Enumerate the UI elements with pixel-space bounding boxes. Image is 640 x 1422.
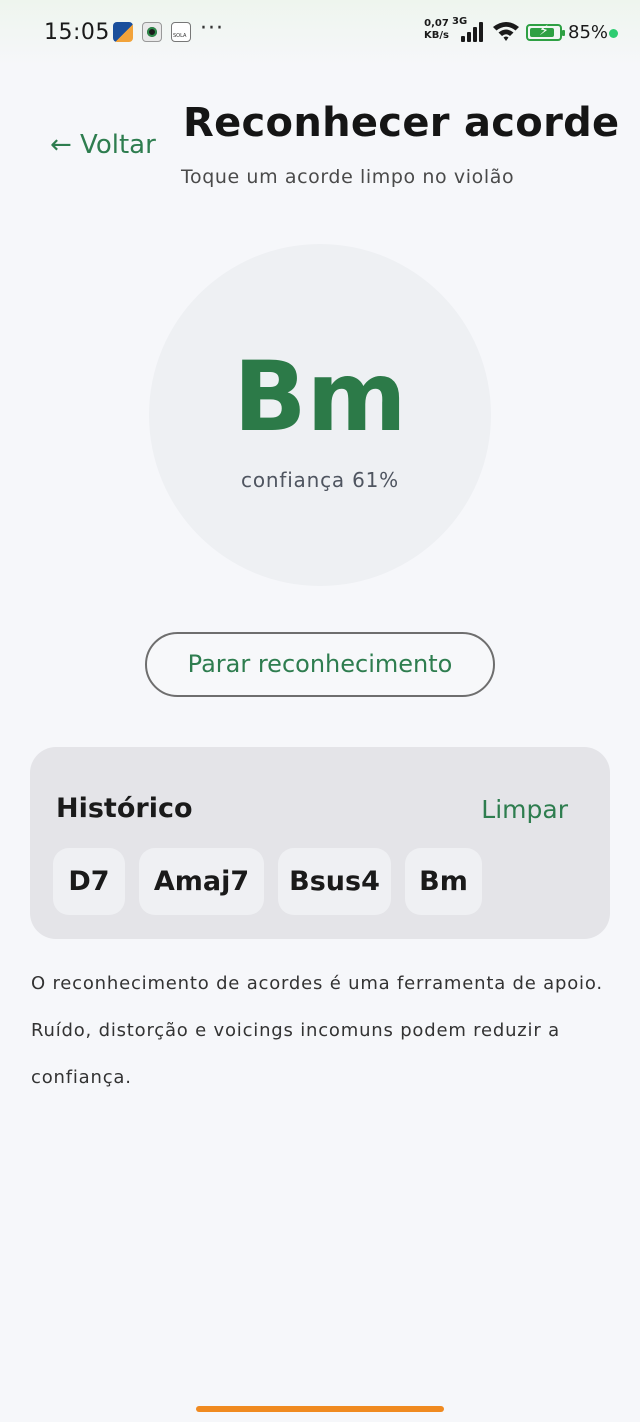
history-chip[interactable]: D7 bbox=[53, 848, 125, 915]
stop-recognition-button[interactable]: Parar reconhecimento bbox=[145, 632, 495, 697]
page-subtitle: Toque um acorde limpo no violão bbox=[181, 166, 515, 188]
battery-percent: 85% bbox=[568, 22, 609, 43]
signal-icon bbox=[459, 22, 485, 42]
chord-display: Bm confiança 61% bbox=[149, 244, 491, 586]
back-button[interactable]: ← Voltar bbox=[50, 130, 156, 160]
wifi-icon bbox=[493, 22, 519, 41]
disclaimer-note: O reconhecimento de acordes é uma ferram… bbox=[31, 973, 603, 1088]
clear-history-button[interactable]: Limpar bbox=[481, 795, 568, 824]
network-speed-unit: KB/s bbox=[424, 30, 449, 41]
history-card: Histórico Limpar D7 Amaj7 Bsus4 Bm bbox=[30, 747, 610, 939]
page-title: Reconhecer acorde bbox=[183, 100, 620, 146]
screen: 15:05 ··· 0,07 KB/s 3G ⚡ 85% ← Voltar Re… bbox=[0, 0, 640, 1422]
status-time: 15:05 bbox=[44, 20, 110, 45]
detected-chord: Bm bbox=[233, 341, 407, 453]
network-speed: 0,07 KB/s bbox=[424, 18, 449, 42]
sola-app-icon bbox=[171, 22, 191, 42]
history-chip[interactable]: Bm bbox=[405, 848, 482, 915]
home-indicator[interactable] bbox=[196, 1406, 444, 1412]
camera-app-icon bbox=[142, 22, 162, 42]
status-dot bbox=[609, 29, 618, 38]
more-notifications-icon: ··· bbox=[200, 16, 224, 41]
battery-icon: ⚡ bbox=[526, 23, 565, 41]
app-notification-icon bbox=[113, 22, 133, 42]
status-bar: 15:05 ··· 0,07 KB/s 3G ⚡ 85% bbox=[0, 0, 640, 66]
history-title: Histórico bbox=[56, 793, 193, 824]
history-chip[interactable]: Amaj7 bbox=[139, 848, 264, 915]
network-speed-value: 0,07 bbox=[424, 18, 449, 29]
confidence-label: confiança 61% bbox=[241, 468, 399, 492]
history-chip[interactable]: Bsus4 bbox=[278, 848, 391, 915]
charging-bolt-icon: ⚡ bbox=[539, 23, 549, 39]
